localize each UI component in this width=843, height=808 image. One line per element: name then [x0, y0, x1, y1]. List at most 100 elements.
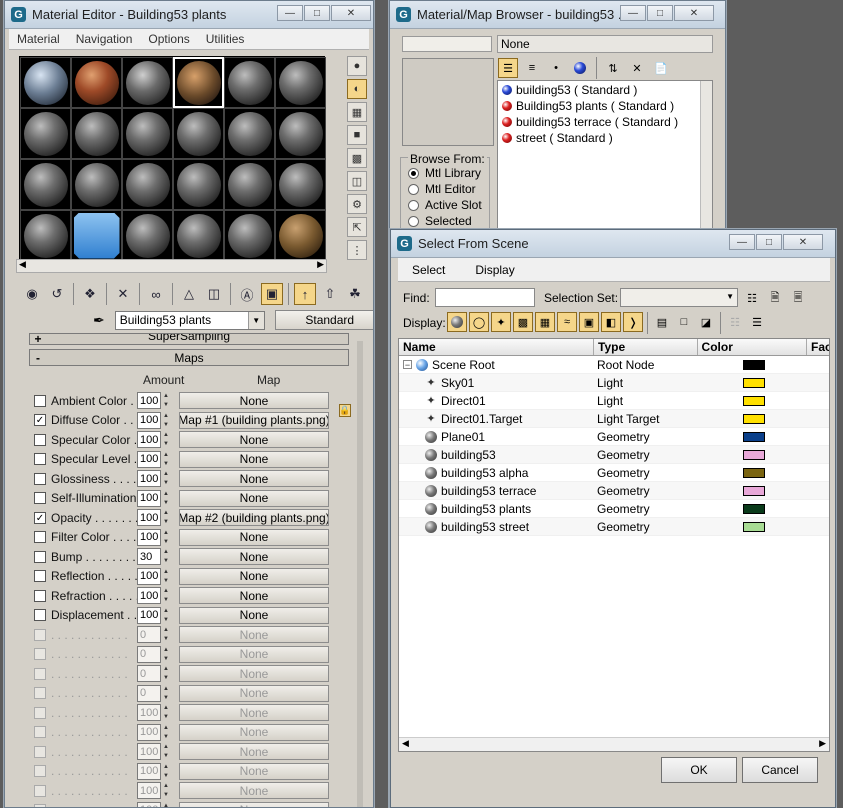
amount-spinner-icon[interactable]: ▲▼ [163, 782, 172, 799]
map-slot-button[interactable]: None [179, 450, 329, 468]
map-slot-button[interactable]: Map #2 (building plants.png) [179, 509, 329, 526]
material-slot[interactable] [20, 159, 71, 210]
material-slot-active[interactable] [173, 57, 224, 108]
map-amount-input[interactable]: 0 [137, 665, 161, 682]
material-slot[interactable] [173, 108, 224, 159]
amount-spinner-icon[interactable]: ▲▼ [163, 529, 172, 546]
go-forward-to-sibling-icon[interactable]: ☘ [344, 283, 366, 305]
map-slot-button[interactable]: None [179, 489, 329, 507]
create-selection-set-icon[interactable]: ☷ [742, 288, 762, 308]
scene-row[interactable]: ✦ Direct01 Light [399, 392, 829, 410]
amount-spinner-icon[interactable]: ▲▼ [163, 490, 172, 507]
map-enable-checkbox[interactable] [34, 531, 46, 543]
material-slot[interactable] [173, 210, 224, 261]
view-small-icons-icon[interactable]: • [546, 58, 566, 78]
panel-vertical-scrollbar[interactable] [357, 341, 363, 807]
display-helpers-icon[interactable]: ▦ [535, 312, 555, 332]
amount-spinner-icon[interactable]: ▲▼ [163, 763, 172, 780]
map-amount-input[interactable]: 100 [137, 743, 161, 760]
amount-spinner-icon[interactable]: ▲▼ [163, 685, 172, 702]
map-slot-button[interactable]: None [179, 587, 329, 604]
material-slot[interactable] [122, 159, 173, 210]
close-button[interactable]: ✕ [674, 5, 714, 21]
material-name-field[interactable]: Building53 plants ▼ [114, 310, 265, 330]
put-to-scene-icon[interactable]: ↺ [46, 283, 68, 305]
material-slot[interactable] [224, 210, 275, 261]
get-material-icon[interactable]: ◉ [21, 283, 43, 305]
map-amount-input[interactable]: 100 [137, 411, 161, 429]
map-slot-button[interactable]: None [179, 801, 329, 807]
material-slot[interactable] [71, 210, 122, 261]
expand-collapse-icon[interactable]: − [403, 360, 412, 370]
map-enable-checkbox[interactable]: ✓ [34, 414, 46, 426]
scene-row[interactable]: Plane01 Geometry [399, 428, 829, 446]
map-enable-checkbox[interactable] [34, 609, 46, 621]
make-unique-icon[interactable]: ∞ [145, 283, 167, 305]
selection-set-combo[interactable]: ▼ [620, 288, 738, 307]
column-faces[interactable]: Fac [807, 339, 829, 355]
material-map-navigator-icon[interactable]: ⋮ [347, 240, 367, 260]
map-slot-button[interactable]: None [179, 470, 329, 487]
map-amount-input[interactable]: 30 [137, 548, 161, 565]
material-slot[interactable] [20, 57, 71, 108]
browse-from-radio[interactable]: Selected [408, 213, 482, 229]
go-to-parent-icon[interactable]: ⇧ [319, 283, 341, 305]
map-slot-button[interactable]: None [179, 431, 329, 448]
pick-material-icon[interactable]: ✒ [93, 312, 105, 329]
map-enable-checkbox[interactable] [34, 453, 46, 465]
map-enable-checkbox[interactable] [34, 687, 46, 699]
map-slot-button[interactable]: None [179, 665, 329, 682]
material-slot[interactable] [224, 159, 275, 210]
map-amount-input[interactable]: 0 [137, 645, 161, 663]
amount-spinner-icon[interactable]: ▲▼ [163, 568, 172, 585]
make-preview-icon[interactable]: ◫ [347, 171, 367, 191]
map-slot-button[interactable]: None [179, 684, 329, 702]
find-input[interactable] [435, 288, 535, 307]
map-amount-input[interactable]: 100 [137, 450, 161, 468]
add-to-selection-set-icon[interactable]: 🗎 [765, 288, 785, 308]
map-amount-input[interactable]: 100 [137, 587, 161, 604]
maximize-button[interactable]: □ [304, 5, 330, 21]
map-enable-checkbox[interactable] [34, 394, 46, 407]
supersampling-rollup[interactable]: + SuperSampling [29, 333, 349, 345]
maximize-button[interactable]: □ [756, 234, 782, 250]
material-slot[interactable] [71, 57, 122, 108]
amount-spinner-icon[interactable]: ▲▼ [163, 802, 172, 808]
map-enable-checkbox[interactable] [34, 706, 46, 719]
map-enable-checkbox[interactable] [34, 550, 46, 563]
map-slot-button[interactable]: Map #1 (building plants.png) [179, 411, 329, 429]
show-end-result-icon[interactable]: ↑ [294, 283, 316, 305]
map-enable-checkbox[interactable]: ✓ [34, 511, 46, 524]
scene-row[interactable]: ✦ Sky01 Light [399, 374, 829, 392]
scene-row[interactable]: ✦ Direct01.Target Light Target [399, 410, 829, 428]
map-enable-checkbox[interactable] [34, 667, 46, 680]
map-enable-checkbox[interactable] [34, 589, 46, 602]
scene-row[interactable]: building53 alpha Geometry [399, 464, 829, 482]
sample-type-icon[interactable]: ● [347, 56, 367, 76]
view-list-icons-icon[interactable]: ≡ [522, 58, 542, 78]
scene-row[interactable]: building53 terrace Geometry [399, 482, 829, 500]
material-type-button[interactable]: Standard [274, 310, 373, 330]
map-amount-input[interactable]: 100 [137, 704, 161, 721]
material-slot[interactable] [275, 108, 326, 159]
menu-display[interactable]: Display [461, 263, 530, 277]
material-slot[interactable] [71, 108, 122, 159]
material-slot[interactable] [122, 57, 173, 108]
map-slot-button[interactable]: None [179, 782, 329, 799]
display-none-icon[interactable]: □ [674, 312, 694, 332]
map-amount-input[interactable]: 100 [137, 431, 161, 448]
map-slot-button[interactable]: None [179, 626, 329, 643]
amount-spinner-icon[interactable]: ▲▼ [163, 607, 172, 624]
browse-from-radio[interactable]: Active Slot [408, 197, 482, 213]
background-checker-icon[interactable]: ▦ [347, 102, 367, 122]
material-slot[interactable] [71, 159, 122, 210]
amount-spinner-icon[interactable]: ▲▼ [163, 392, 172, 409]
display-geometry-icon[interactable] [447, 312, 467, 332]
menu-navigation[interactable]: Navigation [68, 32, 141, 46]
show-map-in-viewport-icon[interactable]: ▣ [261, 283, 283, 305]
amount-spinner-icon[interactable]: ▲▼ [163, 412, 172, 429]
minimize-button[interactable]: — [620, 5, 646, 21]
map-enable-checkbox[interactable] [34, 472, 46, 485]
material-slot[interactable] [275, 159, 326, 210]
map-slot-button[interactable]: None [179, 743, 329, 760]
